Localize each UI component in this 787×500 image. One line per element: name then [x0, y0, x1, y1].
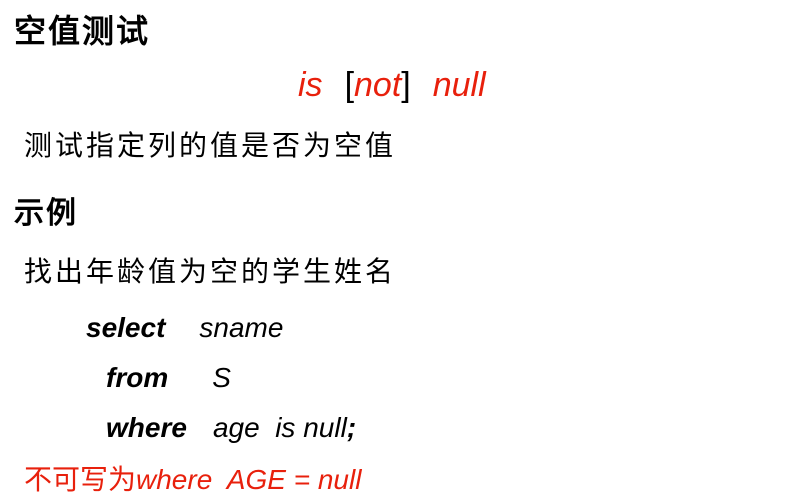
- syntax-null: null: [432, 66, 486, 104]
- syntax-is: is: [298, 66, 323, 104]
- page-title: 空值测试: [14, 12, 151, 50]
- from-keyword: from: [106, 362, 169, 393]
- warning-prefix: 不可写为: [24, 463, 137, 496]
- example-heading: 示例: [14, 196, 78, 231]
- task-text: 找出年龄值为空的学生姓名: [24, 255, 397, 288]
- select-keyword: select: [86, 312, 166, 343]
- syntax-close-bracket: ]: [401, 66, 411, 104]
- where-keyword: where: [106, 412, 187, 443]
- description-text: 测试指定列的值是否为空值: [24, 129, 397, 162]
- syntax-not: not: [354, 66, 402, 104]
- code-line-from: from S: [106, 362, 231, 394]
- code-line-where: where age is null;: [106, 412, 356, 444]
- warning-expression: where AGE = null: [136, 464, 362, 495]
- syntax-line: is [not] null: [298, 66, 486, 105]
- syntax-open-bracket: [: [344, 66, 355, 104]
- code-line-select: select sname: [86, 312, 283, 344]
- select-column: sname: [199, 312, 284, 343]
- where-condition: age is null: [212, 412, 347, 443]
- warning-note: 不可写为where AGE = null: [24, 458, 361, 498]
- from-table: S: [212, 362, 231, 393]
- statement-terminator: ;: [346, 412, 357, 443]
